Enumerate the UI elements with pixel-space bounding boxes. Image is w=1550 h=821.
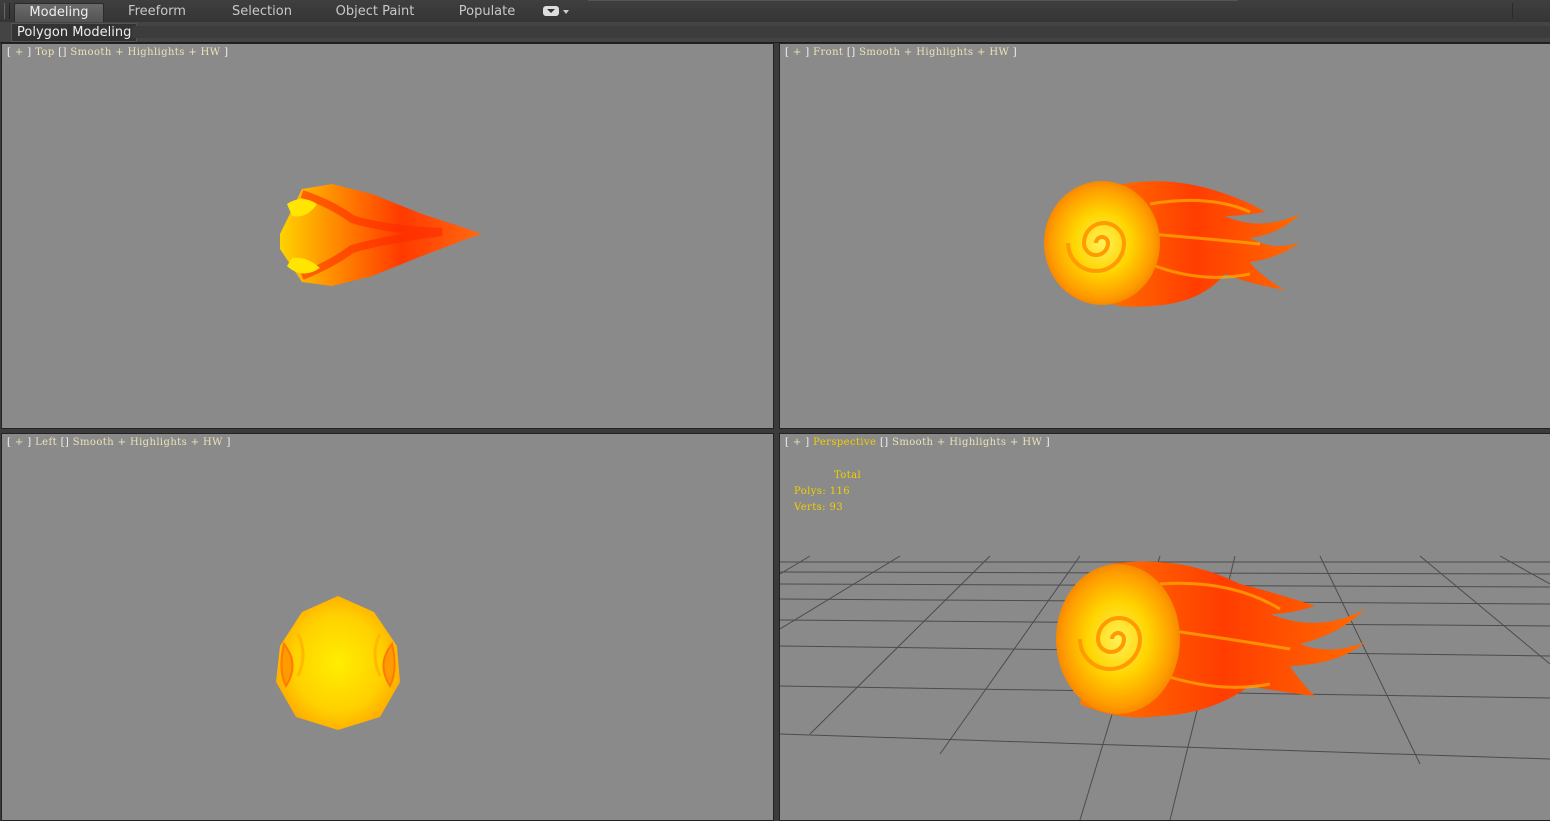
viewport-left[interactable]: [ + ] Left [] Smooth + Highlights + HW ] bbox=[1, 433, 774, 821]
fireball-front-view bbox=[1044, 181, 1300, 307]
tab-object-paint[interactable]: Object Paint bbox=[330, 3, 420, 21]
panel-area bbox=[132, 26, 1550, 38]
ribbon-panel-bar: Polygon Modeling bbox=[0, 22, 1550, 43]
ribbon-divider bbox=[588, 0, 1238, 1]
ribbon-tabs-bar: Modeling Freeform Selection Object Paint… bbox=[0, 0, 1550, 23]
ribbon-grip[interactable] bbox=[4, 3, 10, 19]
tab-modeling[interactable]: Modeling bbox=[14, 3, 104, 22]
fireball-left-view bbox=[276, 596, 400, 730]
tab-populate[interactable]: Populate bbox=[447, 3, 527, 21]
viewport-perspective[interactable]: [ + ] Perspective [] Smooth + Highlights… bbox=[779, 433, 1550, 821]
workspace-dropdown-icon[interactable] bbox=[543, 6, 559, 16]
tab-freeform[interactable]: Freeform bbox=[115, 3, 199, 21]
fireball-perspective-view bbox=[1056, 561, 1365, 718]
chevron-down-icon[interactable] bbox=[563, 10, 569, 14]
tab-selection[interactable]: Selection bbox=[219, 3, 305, 21]
viewport-front[interactable]: [ + ] Front [] Smooth + Highlights + HW … bbox=[779, 43, 1550, 429]
ribbon-minimize-button[interactable] bbox=[1512, 3, 1547, 19]
polygon-modeling-panel-button[interactable]: Polygon Modeling bbox=[11, 23, 138, 42]
fireball-top-view bbox=[280, 184, 482, 286]
viewport-top[interactable]: [ + ] Top [] Smooth + Highlights + HW ] bbox=[1, 43, 774, 429]
